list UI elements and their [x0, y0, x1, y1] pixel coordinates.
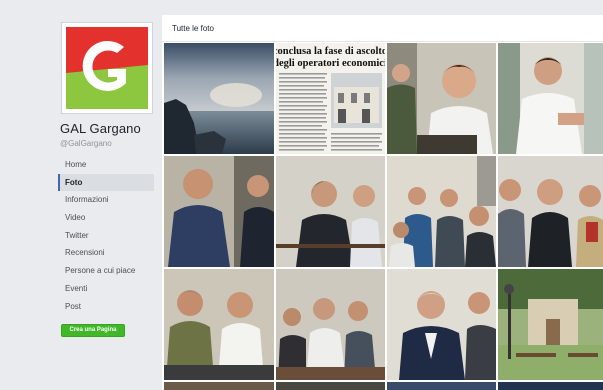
divider	[162, 41, 603, 42]
photo-audience-hall[interactable]	[387, 156, 496, 267]
nav-item-informazioni[interactable]: Informazioni	[58, 191, 154, 209]
page-title: GAL Gargano	[60, 121, 141, 136]
nav-item-twitter[interactable]: Twitter	[58, 227, 154, 245]
photo-row4-4[interactable]	[498, 382, 603, 390]
photo-two-men-seated[interactable]	[164, 269, 274, 380]
left-column: GAL Gargano @GalGargano Home Foto Inform…	[0, 0, 162, 390]
photo-man-blue-shirt[interactable]	[164, 156, 274, 267]
photo-meeting-speaker[interactable]	[387, 43, 496, 154]
photo-grid: conclusa la fase di ascolto degli operat…	[164, 43, 603, 390]
nav-item-post[interactable]: Post	[58, 298, 154, 316]
nav-item-eventi[interactable]: Eventi	[58, 280, 154, 298]
nav-item-home[interactable]: Home	[58, 156, 154, 174]
gal-logo-icon	[64, 25, 150, 111]
page-logo[interactable]	[61, 22, 153, 114]
headline-line-1: conclusa la fase di ascolto	[276, 46, 385, 57]
nav-item-foto[interactable]: Foto	[58, 173, 154, 192]
photos-panel: Tutte le foto conclusa la fase di ascolt…	[162, 15, 603, 390]
page-nav: Home Foto Informazioni Video Twitter Rec…	[58, 156, 154, 315]
nav-item-persone[interactable]: Persone a cui piace	[58, 262, 154, 280]
nav-item-recensioni[interactable]: Recensioni	[58, 244, 154, 262]
section-title: Tutte le foto	[172, 24, 214, 33]
photo-row4-2[interactable]	[276, 382, 385, 390]
photo-man-dark-jacket[interactable]	[387, 269, 496, 380]
photo-town-square[interactable]	[498, 269, 603, 380]
photo-row4-3[interactable]	[387, 382, 496, 390]
photo-man-white-shirt[interactable]	[498, 43, 603, 154]
photo-newspaper-clipping[interactable]: conclusa la fase di ascolto degli operat…	[276, 43, 385, 154]
page-handle[interactable]: @GalGargano	[60, 139, 112, 148]
create-page-button[interactable]: Crea una Pagina	[61, 324, 125, 337]
photo-row4-1[interactable]	[164, 382, 274, 390]
photo-sea-sunset[interactable]	[164, 43, 274, 154]
photo-audience-rows[interactable]	[276, 269, 385, 380]
nav-item-video[interactable]: Video	[58, 209, 154, 227]
photo-men-group[interactable]	[498, 156, 603, 267]
headline-line-2: degli operatori economici	[276, 58, 385, 69]
photo-audience-seated[interactable]	[276, 156, 385, 267]
